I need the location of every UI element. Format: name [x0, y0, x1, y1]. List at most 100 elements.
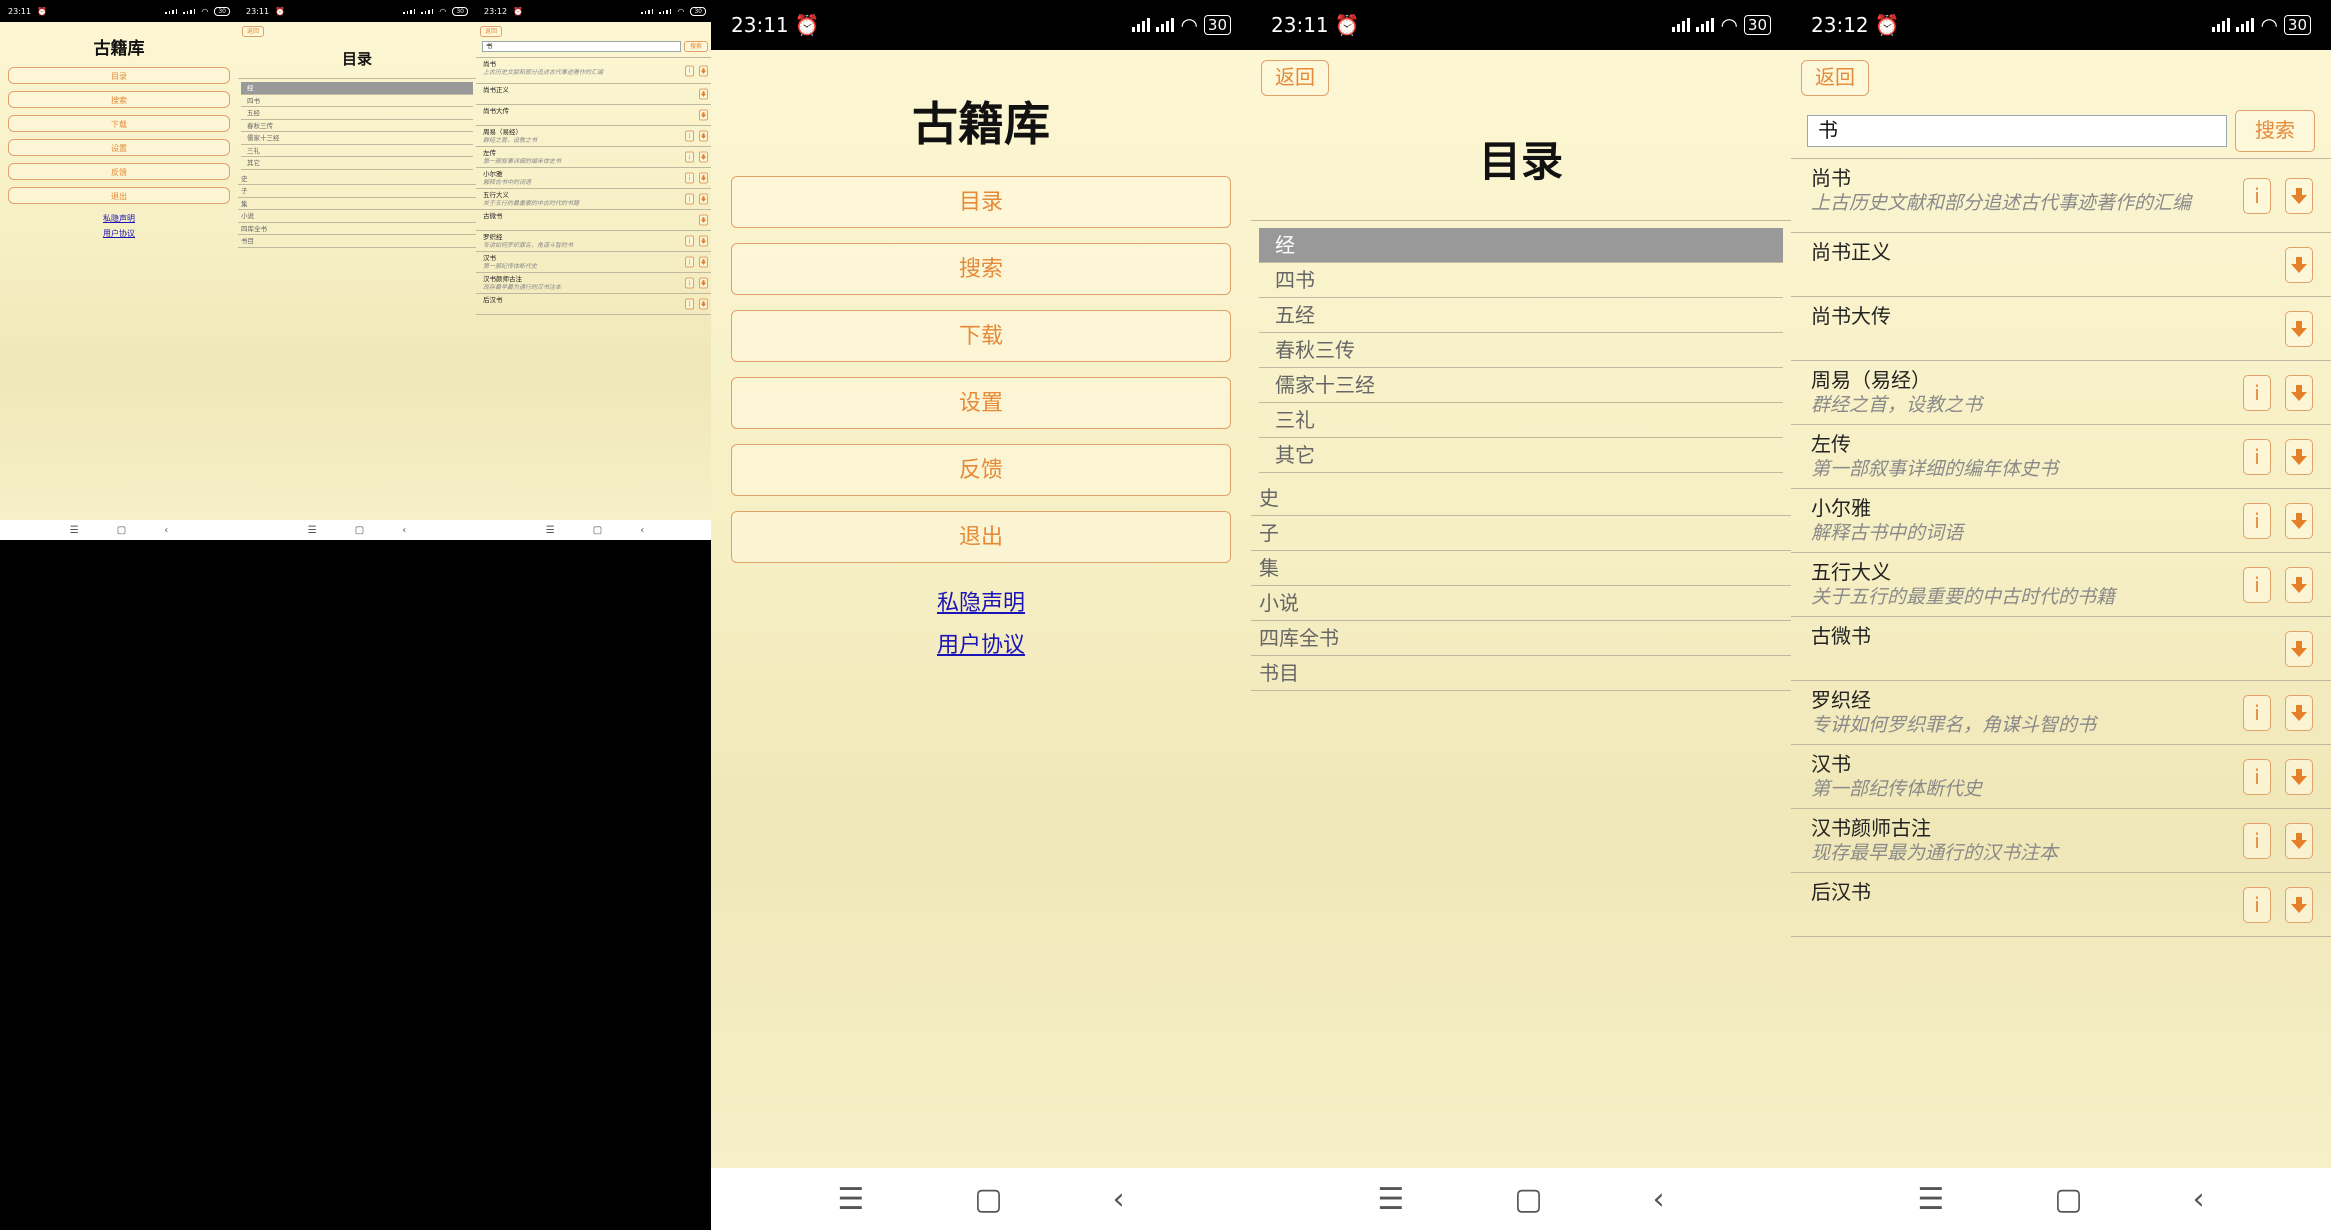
- nav-back-icon[interactable]: ‹: [2193, 1182, 2205, 1217]
- result-row[interactable]: 后汉书 i: [476, 294, 714, 315]
- back-button[interactable]: 返回: [480, 26, 502, 37]
- result-row[interactable]: 汉书颜师古注 现存最早最为通行的汉书注本 i: [1791, 809, 2331, 873]
- download-icon[interactable]: [2285, 886, 2313, 923]
- info-icon[interactable]: i: [685, 172, 694, 184]
- result-row[interactable]: 尚书大传 i: [1791, 297, 2331, 361]
- info-icon[interactable]: i: [2243, 758, 2271, 795]
- back-button[interactable]: 返回: [242, 26, 264, 37]
- catalog-item[interactable]: 史: [1251, 481, 1791, 516]
- result-row[interactable]: 古微书 i: [1791, 617, 2331, 681]
- catalog-subitem[interactable]: 儒家十三经: [241, 132, 473, 145]
- info-icon[interactable]: i: [2243, 438, 2271, 475]
- catalog-subitem[interactable]: 儒家十三经: [1259, 368, 1783, 403]
- catalog-item[interactable]: 书目: [238, 235, 476, 248]
- nav-menu-icon[interactable]: ☰: [1917, 1182, 1944, 1217]
- nav-menu-icon[interactable]: ☰: [70, 525, 79, 536]
- download-icon[interactable]: [699, 151, 708, 163]
- download-icon[interactable]: [699, 214, 708, 226]
- result-row[interactable]: 尚书正义 i: [1791, 233, 2331, 297]
- catalog-item[interactable]: 四库全书: [238, 223, 476, 235]
- nav-home-icon[interactable]: ▢: [355, 525, 364, 536]
- download-icon[interactable]: [699, 65, 708, 76]
- download-button[interactable]: 下载: [731, 310, 1231, 362]
- settings-button[interactable]: 设置: [731, 377, 1231, 429]
- info-icon[interactable]: i: [2243, 502, 2271, 539]
- download-icon[interactable]: [699, 172, 708, 184]
- info-icon[interactable]: i: [685, 298, 694, 310]
- catalog-item[interactable]: 集: [238, 198, 476, 210]
- catalog-item-selected[interactable]: 经: [241, 82, 473, 95]
- catalog-item[interactable]: 小说: [238, 210, 476, 223]
- search-input[interactable]: 书: [482, 41, 681, 52]
- info-icon[interactable]: i: [2243, 694, 2271, 731]
- nav-menu-icon[interactable]: ☰: [1377, 1182, 1404, 1217]
- info-icon[interactable]: i: [685, 277, 694, 289]
- info-icon[interactable]: i: [2243, 177, 2271, 214]
- info-icon[interactable]: i: [2243, 822, 2271, 859]
- search-submit-button[interactable]: 搜索: [2235, 110, 2315, 152]
- download-icon[interactable]: [699, 298, 708, 310]
- feedback-button[interactable]: 反馈: [731, 444, 1231, 496]
- nav-menu-icon[interactable]: ☰: [546, 525, 555, 536]
- download-icon[interactable]: [699, 130, 708, 142]
- result-row[interactable]: 小尔雅 解释古书中的词语 i: [1791, 489, 2331, 553]
- info-icon[interactable]: i: [685, 130, 694, 142]
- result-row[interactable]: 五行大义 关于五行的最重要的中古时代的书籍 i: [476, 189, 714, 210]
- result-row[interactable]: 汉书 第一部纪传体断代史 i: [476, 252, 714, 273]
- catalog-button[interactable]: 目录: [8, 67, 230, 84]
- info-icon[interactable]: i: [685, 65, 694, 76]
- privacy-link[interactable]: 私隐声明: [711, 585, 1251, 617]
- download-icon[interactable]: [2285, 310, 2313, 347]
- download-icon[interactable]: [2285, 246, 2313, 283]
- info-icon[interactable]: i: [2243, 886, 2271, 923]
- info-icon[interactable]: i: [685, 151, 694, 163]
- exit-button[interactable]: 退出: [8, 187, 230, 204]
- catalog-button[interactable]: 目录: [731, 176, 1231, 228]
- result-row[interactable]: 罗织经 专讲如何罗织罪名，角谋斗智的书 i: [476, 231, 714, 252]
- result-row[interactable]: 周易（易经） 群经之首，设教之书 i: [1791, 361, 2331, 425]
- download-icon[interactable]: [699, 256, 708, 268]
- catalog-item-selected[interactable]: 经: [1259, 228, 1783, 263]
- nav-back-icon[interactable]: ‹: [1113, 1182, 1125, 1217]
- nav-back-icon[interactable]: ‹: [640, 525, 644, 536]
- user-agreement-link[interactable]: 用户协议: [0, 228, 238, 239]
- download-icon[interactable]: [2285, 630, 2313, 667]
- catalog-item[interactable]: 子: [1251, 516, 1791, 551]
- info-icon[interactable]: i: [2243, 566, 2271, 603]
- download-icon[interactable]: [2285, 502, 2313, 539]
- catalog-subitem[interactable]: 春秋三传: [241, 120, 473, 132]
- info-icon[interactable]: i: [685, 235, 694, 247]
- result-row[interactable]: 尚书正义 i: [476, 84, 714, 105]
- info-icon[interactable]: i: [685, 256, 694, 268]
- info-icon[interactable]: i: [2243, 374, 2271, 411]
- download-icon[interactable]: [2285, 566, 2313, 603]
- info-icon[interactable]: i: [685, 193, 694, 205]
- catalog-item[interactable]: 四库全书: [1251, 621, 1791, 656]
- back-button[interactable]: 返回: [1801, 60, 1869, 96]
- nav-home-icon[interactable]: ▢: [593, 525, 602, 536]
- download-icon[interactable]: [699, 277, 708, 289]
- result-row[interactable]: 尚书 上古历史文献和部分追述古代事迹著作的汇编 i: [1791, 159, 2331, 233]
- catalog-subitem[interactable]: 春秋三传: [1259, 333, 1783, 368]
- search-button[interactable]: 搜索: [8, 91, 230, 108]
- download-icon[interactable]: [2285, 758, 2313, 795]
- result-row[interactable]: 汉书 第一部纪传体断代史 i: [1791, 745, 2331, 809]
- catalog-item[interactable]: 史: [238, 173, 476, 185]
- result-row[interactable]: 后汉书 i: [1791, 873, 2331, 937]
- download-icon[interactable]: [699, 88, 708, 100]
- nav-back-icon[interactable]: ‹: [1653, 1182, 1665, 1217]
- download-icon[interactable]: [2285, 822, 2313, 859]
- download-icon[interactable]: [2285, 694, 2313, 731]
- nav-home-icon[interactable]: ▢: [2054, 1182, 2082, 1217]
- nav-back-icon[interactable]: ‹: [164, 525, 168, 536]
- result-row[interactable]: 左传 第一部叙事详细的编年体史书 i: [1791, 425, 2331, 489]
- search-input[interactable]: 书: [1807, 115, 2227, 147]
- nav-home-icon[interactable]: ▢: [117, 525, 126, 536]
- result-row[interactable]: 小尔雅 解释古书中的词语 i: [476, 168, 714, 189]
- result-row[interactable]: 古微书 i: [476, 210, 714, 231]
- catalog-subitem[interactable]: 其它: [241, 157, 473, 170]
- feedback-button[interactable]: 反馈: [8, 163, 230, 180]
- privacy-link[interactable]: 私隐声明: [0, 213, 238, 224]
- download-button[interactable]: 下载: [8, 115, 230, 132]
- download-icon[interactable]: [2285, 438, 2313, 475]
